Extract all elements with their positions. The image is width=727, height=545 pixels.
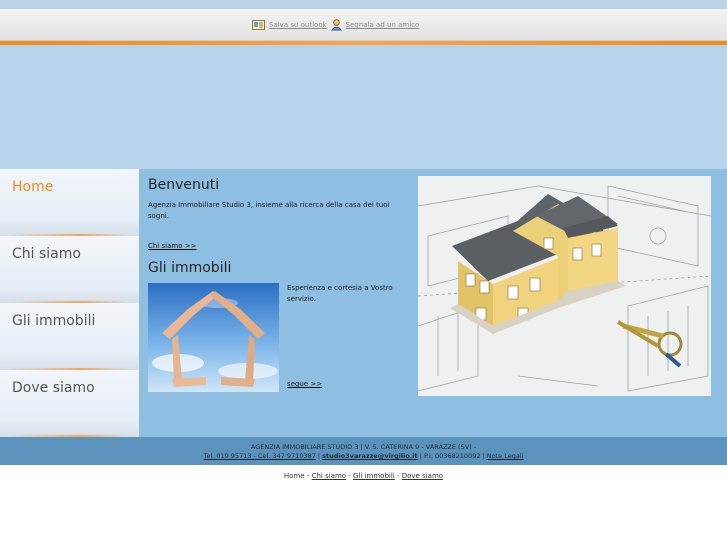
bottom-nav-chi-siamo[interactable]: Chi siamo [312, 472, 346, 480]
top-strip [0, 0, 727, 9]
welcome-text: Agenzia Immobiliare Studio 3, insieme al… [148, 201, 390, 220]
nav-item-chi-siamo[interactable]: Chi siamo [0, 236, 139, 303]
outlook-icon [252, 20, 265, 30]
hands-house-photo [148, 283, 279, 392]
cut-off-text-line [0, 489, 727, 493]
bottom-nav-dove-siamo[interactable]: Dove siamo [402, 472, 443, 480]
bottom-nav-gli-immobili[interactable]: Gli immobili [353, 472, 395, 480]
nav-item-home[interactable]: Home [0, 169, 139, 236]
toolbar-links: Salva su outlook Segnala ad un amico [252, 19, 419, 31]
bottom-nav-sep: - [304, 472, 312, 480]
user-icon [330, 19, 342, 31]
house-blueprint-photo [418, 176, 711, 396]
footer-address: AGENZIA IMMOBILIARE STUDIO 3 | V. S. CAT… [250, 443, 477, 451]
segue-link[interactable]: segue >> [287, 380, 322, 388]
bottom-nav-sep: - [346, 472, 354, 480]
footer-phones-link[interactable]: Tel. 019 95713 - Cel. 347 9710387 [204, 452, 316, 460]
save-outlook-link[interactable]: Salva su outlook [269, 21, 327, 29]
footer-vat: | P.I. 00368210092 | [417, 452, 487, 460]
nav-item-dove-siamo[interactable]: Dove siamo [0, 370, 139, 437]
bottom-nav-sep: - [394, 472, 402, 480]
recommend-friend-link[interactable]: Segnala ad un amico [346, 21, 420, 29]
nav-item-label: Home [12, 179, 54, 195]
footer: AGENZIA IMMOBILIARE STUDIO 3 | V. S. CAT… [0, 437, 727, 465]
toolbar: Salva su outlook Segnala ad un amico [0, 9, 727, 41]
header-banner [0, 45, 727, 169]
footer-legal-link[interactable]: Note Legali [487, 452, 524, 460]
welcome-title: Benvenuti [148, 177, 220, 193]
main-content: Benvenuti Agenzia Immobiliare Studio 3, … [139, 169, 727, 437]
footer-contacts: Tel. 019 95713 - Cel. 347 9710387 | stud… [0, 452, 727, 461]
nav-item-label: Dove siamo [12, 380, 95, 396]
nav-item-label: Gli immobili [12, 313, 96, 329]
immobili-text: Esperienza e cortesia a Vostro servizio. [287, 284, 393, 303]
bottom-nav-home[interactable]: Home [284, 472, 305, 480]
footer-email-link[interactable]: studio3varazze@virgilio.it [322, 452, 417, 460]
immobili-title: Gli immobili [148, 260, 232, 276]
nav-item-gli-immobili[interactable]: Gli immobili [0, 303, 139, 370]
sidebar: Home Chi siamo Gli immobili Dove siamo [0, 169, 139, 437]
bottom-nav: Home - Chi siamo - Gli immobili - Dove s… [0, 472, 727, 480]
nav-item-label: Chi siamo [12, 246, 81, 262]
chi-siamo-link[interactable]: Chi siamo >> [148, 242, 196, 250]
